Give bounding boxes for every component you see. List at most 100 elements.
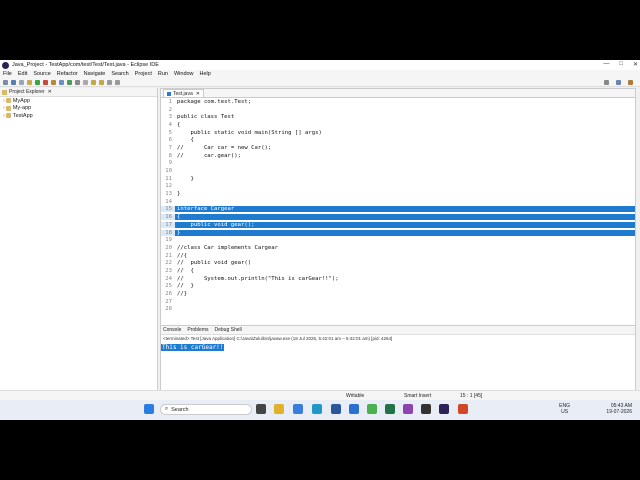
minimize-button[interactable]: — xyxy=(603,61,609,68)
app-icon-dark[interactable] xyxy=(421,404,431,414)
tree-item-testapp[interactable]: › TestApp xyxy=(0,112,157,120)
save-all-icon[interactable] xyxy=(19,79,24,85)
code-line[interactable]: 28 xyxy=(161,306,635,314)
code-text[interactable]: } xyxy=(175,176,635,182)
code-text[interactable]: package com.test.Test; xyxy=(175,99,635,105)
code-line[interactable]: 18} xyxy=(161,229,635,237)
code-line[interactable]: 15 interface Cargear xyxy=(161,206,635,214)
store-icon[interactable] xyxy=(312,404,322,414)
code-line[interactable]: 22// public void gear() xyxy=(161,259,635,267)
back-icon[interactable] xyxy=(107,79,112,85)
code-text[interactable]: //} xyxy=(175,291,635,297)
code-line[interactable]: 6 { xyxy=(161,136,635,144)
system-clock[interactable]: 05:43 AM 19-07-2026 xyxy=(606,403,632,415)
chevron-right-icon[interactable]: › xyxy=(3,98,5,104)
menu-help[interactable]: Help xyxy=(200,71,211,77)
file-explorer-icon[interactable] xyxy=(274,404,284,414)
console-output[interactable]: This is carGear!! xyxy=(161,344,225,351)
code-line[interactable]: 10 xyxy=(161,167,635,175)
code-line[interactable]: 23// { xyxy=(161,267,635,275)
app-icon-blue[interactable] xyxy=(349,404,359,414)
tree-item-my-app[interactable]: › My-app xyxy=(0,105,157,113)
code-line[interactable]: 17 public void gear(); xyxy=(161,221,635,229)
code-text[interactable]: interface Cargear xyxy=(175,206,635,213)
eclipse-taskbar-icon[interactable] xyxy=(439,404,449,414)
code-line[interactable]: 24// System.out.println("This is carGear… xyxy=(161,275,635,283)
code-text[interactable]: // { xyxy=(175,268,635,274)
previous-annotation-icon[interactable] xyxy=(99,79,104,85)
code-text[interactable]: { xyxy=(175,214,635,221)
code-text[interactable]: // Car car = new Car(); xyxy=(175,145,635,151)
code-line[interactable]: 13} xyxy=(161,190,635,198)
code-line[interactable]: 5 public static void main(String [] args… xyxy=(161,129,635,137)
code-line[interactable]: 20//class Car implements Cargear xyxy=(161,244,635,252)
new-class-icon[interactable] xyxy=(67,79,72,85)
windows-start-icon[interactable] xyxy=(144,404,154,414)
language-indicator[interactable]: ENG US xyxy=(559,403,570,415)
code-text[interactable]: //class Car implements Cargear xyxy=(175,245,635,251)
forward-icon[interactable] xyxy=(115,79,120,85)
code-line[interactable]: 14 xyxy=(161,198,635,206)
code-area[interactable]: 1 package com.test.Test; 2 3 public class Te… xyxy=(161,98,635,348)
code-text[interactable]: public static void main(String [] args) xyxy=(175,130,635,136)
menu-file[interactable]: File xyxy=(3,71,12,77)
code-line[interactable]: 7// Car car = new Car(); xyxy=(161,144,635,152)
code-line[interactable]: 8// car.gear(); xyxy=(161,152,635,160)
code-line[interactable]: 27 xyxy=(161,298,635,306)
powerpoint-icon[interactable] xyxy=(458,404,468,414)
code-line[interactable]: 11 } xyxy=(161,175,635,183)
code-text[interactable]: public class Test xyxy=(175,114,635,120)
code-text[interactable]: // System.out.println("This is carGear!!… xyxy=(175,276,635,282)
code-line[interactable]: 2 xyxy=(161,106,635,114)
close-tab-icon[interactable]: ✕ xyxy=(196,91,200,97)
code-text[interactable]: { xyxy=(175,137,635,143)
menu-edit[interactable]: Edit xyxy=(18,71,27,77)
task-view-icon[interactable] xyxy=(256,404,266,414)
external-tools-icon[interactable] xyxy=(43,79,48,85)
code-line[interactable]: 16{ xyxy=(161,213,635,221)
java-perspective-icon[interactable] xyxy=(628,80,633,85)
menu-search[interactable]: Search xyxy=(111,71,128,77)
excel-icon[interactable] xyxy=(385,404,395,414)
code-line[interactable]: 3 public class Test xyxy=(161,113,635,121)
save-icon[interactable] xyxy=(11,79,16,85)
code-line[interactable]: 25// } xyxy=(161,283,635,291)
run-icon[interactable] xyxy=(35,79,40,85)
code-text[interactable]: // } xyxy=(175,283,635,289)
chrome-icon[interactable] xyxy=(367,404,377,414)
code-text[interactable]: // public void gear() xyxy=(175,260,635,266)
menu-run[interactable]: Run xyxy=(158,71,168,77)
code-text[interactable]: } xyxy=(175,229,635,236)
next-annotation-icon[interactable] xyxy=(91,79,96,85)
tab-debug-shell[interactable]: Debug Shell xyxy=(214,327,241,333)
code-line[interactable]: 21//{ xyxy=(161,252,635,260)
code-line[interactable]: 12 xyxy=(161,183,635,191)
project-explorer-tab[interactable]: Project Explorer ✕ xyxy=(0,88,157,97)
code-line[interactable]: 19 xyxy=(161,236,635,244)
code-line[interactable]: 1 package com.test.Test; xyxy=(161,98,635,106)
taskbar-search-box[interactable]: ⌕ Search xyxy=(160,404,252,415)
editor-tab-test-java[interactable]: Test.java ✕ xyxy=(163,89,204,97)
code-line[interactable]: 9 xyxy=(161,160,635,168)
menu-source[interactable]: Source xyxy=(33,71,50,77)
debug-icon[interactable] xyxy=(27,79,32,85)
search-icon[interactable] xyxy=(604,80,609,85)
app-icon-purple[interactable] xyxy=(403,404,413,414)
search-toolbar-icon[interactable] xyxy=(83,79,88,85)
code-text[interactable]: public void gear(); xyxy=(175,221,635,228)
menu-refactor[interactable]: Refactor xyxy=(57,71,78,77)
close-view-icon[interactable]: ✕ xyxy=(48,89,52,95)
chevron-right-icon[interactable]: › xyxy=(3,105,5,111)
perspective-icon[interactable] xyxy=(616,80,621,85)
new-icon[interactable] xyxy=(3,79,8,85)
tab-problems[interactable]: Problems xyxy=(187,327,208,333)
new-package-icon[interactable] xyxy=(59,79,64,85)
code-text[interactable]: // car.gear(); xyxy=(175,153,635,159)
chevron-right-icon[interactable]: › xyxy=(3,113,5,119)
close-button[interactable]: ✕ xyxy=(633,61,638,68)
menu-navigate[interactable]: Navigate xyxy=(84,71,106,77)
menu-project[interactable]: Project xyxy=(135,71,152,77)
new-java-project-icon[interactable] xyxy=(51,79,56,85)
menu-window[interactable]: Window xyxy=(174,71,194,77)
code-text[interactable]: { xyxy=(175,122,635,128)
